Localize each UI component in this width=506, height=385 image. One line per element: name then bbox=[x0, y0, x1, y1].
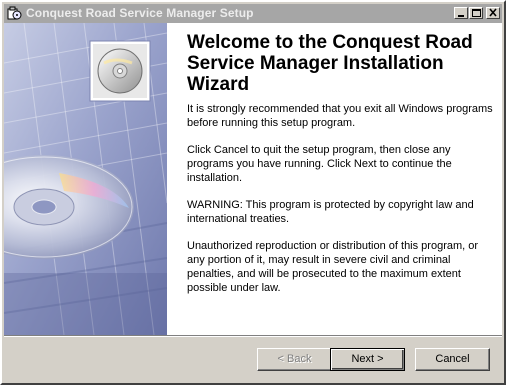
minimize-button[interactable] bbox=[454, 7, 468, 19]
wizard-paragraph-legal-notice: Unauthorized reproduction or distributio… bbox=[187, 240, 479, 294]
setup-wizard-window: Conquest Road Service Manager Setup Welc… bbox=[0, 0, 506, 385]
wizard-paragraph-instructions: Click Cancel to quit the setup program, … bbox=[187, 144, 452, 184]
next-button[interactable]: Next > bbox=[330, 348, 405, 371]
wizard-text-area: Welcome to the Conquest Road Service Man… bbox=[187, 32, 497, 308]
wizard-paragraph-copyright-warning: WARNING: This program is protected by co… bbox=[187, 199, 474, 225]
maximize-icon bbox=[472, 9, 481, 17]
side-panel-image bbox=[4, 23, 167, 335]
title-bar[interactable]: Conquest Road Service Manager Setup bbox=[4, 4, 502, 23]
wizard-paragraph-exit-programs: It is strongly recommended that you exit… bbox=[187, 103, 493, 129]
cancel-button[interactable]: Cancel bbox=[415, 348, 490, 371]
button-bar-separator bbox=[4, 335, 502, 337]
window-title: Conquest Road Service Manager Setup bbox=[26, 6, 254, 20]
back-button[interactable]: < Back bbox=[257, 348, 332, 371]
close-button[interactable] bbox=[486, 7, 500, 19]
cd-disc-artwork bbox=[4, 23, 167, 335]
setup-installer-icon bbox=[7, 6, 22, 20]
minimize-icon bbox=[458, 15, 464, 17]
wizard-title: Welcome to the Conquest Road Service Man… bbox=[187, 32, 473, 95]
wizard-content: Welcome to the Conquest Road Service Man… bbox=[4, 23, 502, 335]
maximize-button[interactable] bbox=[469, 7, 483, 19]
close-icon bbox=[489, 8, 497, 17]
